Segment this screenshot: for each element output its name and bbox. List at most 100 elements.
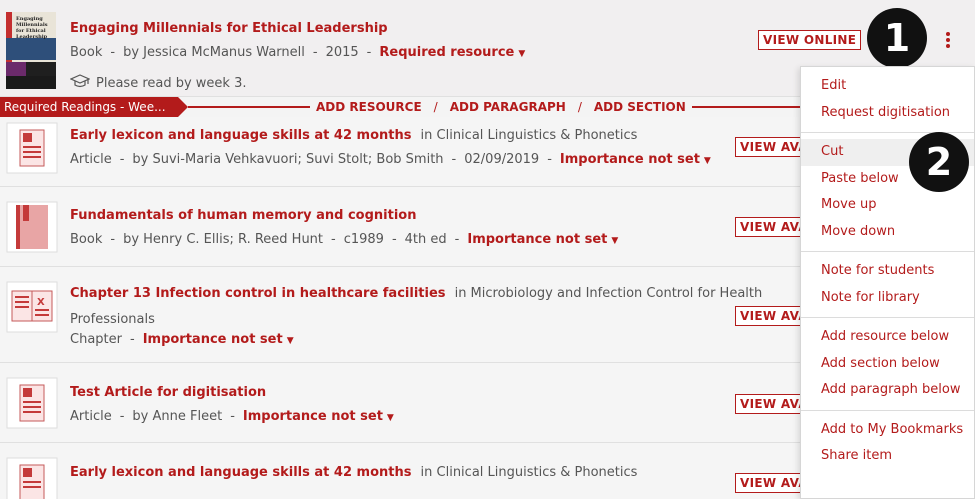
importance-label: Required resource bbox=[379, 45, 515, 60]
resource-meta: Book - by Henry C. Ellis; R. Reed Hunt - c19… bbox=[70, 232, 618, 247]
menu-item-add-to-bookmarks[interactable]: Add to My Bookmarks bbox=[801, 417, 974, 444]
separator: - bbox=[312, 45, 318, 60]
importance-dropdown[interactable]: Importance not set ▼ bbox=[467, 232, 618, 247]
resource-author: by Suvi-Maria Vehkavuori; Suvi Stolt; Bo… bbox=[132, 152, 444, 167]
resource-title-link[interactable]: Chapter 13 Infection control in healthca… bbox=[70, 286, 762, 301]
resource-title-link[interactable]: Fundamentals of human memory and cogniti… bbox=[70, 208, 417, 223]
cover-line: Leadership bbox=[16, 34, 48, 40]
resource-container-cont: Professionals bbox=[70, 312, 155, 327]
menu-item-move-down[interactable]: Move down bbox=[801, 219, 974, 246]
caret-down-icon: ▼ bbox=[286, 336, 294, 346]
separator: - bbox=[391, 232, 397, 247]
resource-type: Book bbox=[70, 232, 103, 247]
resource-title[interactable]: Chapter 13 Infection control in healthca… bbox=[70, 286, 446, 301]
separator: - bbox=[366, 45, 372, 60]
separator: - bbox=[331, 232, 336, 247]
menu-group-share: Add to My Bookmarks Share item bbox=[801, 411, 974, 476]
importance-label: Importance not set bbox=[242, 409, 383, 424]
book-cover-thumbnail: Engaging Millennials for Ethical Leaders… bbox=[6, 12, 56, 89]
menu-item-request-digitisation[interactable]: Request digitisation bbox=[801, 100, 974, 127]
add-paragraph-link[interactable]: ADD PARAGRAPH bbox=[450, 100, 566, 114]
resource-author: by Henry C. Ellis; R. Reed Hunt bbox=[123, 232, 324, 247]
resource-container: in Clinical Linguistics & Phonetics bbox=[420, 465, 638, 480]
resource-container: in Clinical Linguistics & Phonetics bbox=[420, 128, 638, 143]
caret-down-icon: ▼ bbox=[611, 236, 619, 246]
book-icon bbox=[6, 201, 58, 253]
separator: - bbox=[454, 232, 460, 247]
resource-title-link[interactable]: Engaging Millennials for Ethical Leaders… bbox=[70, 21, 388, 36]
menu-item-edit[interactable]: Edit bbox=[801, 73, 974, 100]
resource-author: by Jessica McManus Warnell bbox=[123, 45, 305, 60]
resource-container: in Microbiology and Infection Control fo… bbox=[454, 286, 763, 301]
importance-dropdown[interactable]: Importance not set ▼ bbox=[560, 152, 711, 167]
view-availability-button[interactable]: VIEW AVAILABILITY bbox=[735, 394, 801, 414]
importance-dropdown[interactable]: Importance not set ▼ bbox=[243, 409, 394, 424]
student-note: Please read by week 3. bbox=[69, 74, 247, 92]
separator: - bbox=[451, 152, 457, 167]
separator: - bbox=[110, 232, 116, 247]
article-icon bbox=[6, 457, 58, 499]
resource-title-link[interactable]: Early lexicon and language skills at 42 … bbox=[70, 128, 637, 143]
menu-item-add-paragraph-below[interactable]: Add paragraph below bbox=[801, 377, 974, 404]
article-icon bbox=[6, 377, 58, 429]
resource-title[interactable]: Early lexicon and language skills at 42 … bbox=[70, 465, 411, 480]
resource-meta: Article - by Anne Fleet - Importance not set… bbox=[70, 409, 394, 424]
view-availability-button[interactable]: VIEW AVAILABILITY bbox=[735, 217, 801, 237]
resource-type: Chapter bbox=[70, 332, 122, 347]
resource-meta: Chapter - Importance not set ▼ bbox=[70, 332, 294, 347]
resource-year: 2015 bbox=[325, 45, 359, 60]
importance-dropdown[interactable]: Required resource ▼ bbox=[379, 45, 525, 60]
importance-label: Importance not set bbox=[467, 232, 608, 247]
chapter-icon: X bbox=[6, 281, 58, 333]
view-online-button[interactable]: VIEW ONLINE bbox=[758, 30, 862, 50]
menu-item-add-section-below[interactable]: Add section below bbox=[801, 351, 974, 378]
student-note-text: Please read by week 3. bbox=[96, 75, 247, 91]
resource-title-link[interactable]: Early lexicon and language skills at 42 … bbox=[70, 465, 637, 480]
graduation-cap-icon bbox=[69, 74, 91, 92]
separator: - bbox=[119, 152, 125, 167]
resource-type: Article bbox=[70, 152, 112, 167]
caret-down-icon: ▼ bbox=[703, 156, 711, 166]
caret-down-icon: ▼ bbox=[518, 49, 526, 59]
add-section-link[interactable]: ADD SECTION bbox=[594, 100, 686, 114]
resource-title[interactable]: Early lexicon and language skills at 42 … bbox=[70, 128, 411, 143]
menu-item-move-up[interactable]: Move up bbox=[801, 192, 974, 219]
separator: - bbox=[119, 409, 125, 424]
menu-item-note-for-library[interactable]: Note for library bbox=[801, 285, 974, 312]
slash-separator: / bbox=[577, 100, 582, 114]
resource-meta: Book - by Jessica McManus Warnell -2015- Req… bbox=[70, 45, 525, 60]
resource-type: Book bbox=[70, 45, 103, 60]
view-availability-button[interactable]: VIEW AVAILABILITY bbox=[735, 306, 801, 326]
separator: - bbox=[230, 409, 235, 424]
importance-label: Importance not set bbox=[559, 152, 700, 167]
resource-type: Article bbox=[70, 409, 112, 424]
slash-separator: / bbox=[433, 100, 438, 114]
menu-item-note-for-students[interactable]: Note for students bbox=[801, 258, 974, 285]
menu-group-notes: Note for students Note for library bbox=[801, 252, 974, 318]
resource-title-link[interactable]: Test Article for digitisation bbox=[70, 385, 266, 400]
article-icon bbox=[6, 122, 58, 174]
add-resource-link[interactable]: ADD RESOURCE bbox=[316, 100, 422, 114]
separator: - bbox=[547, 152, 552, 167]
resource-edition: 4th ed bbox=[404, 232, 447, 247]
section-name-tag[interactable]: Required Readings - Wee... bbox=[0, 97, 188, 117]
view-availability-button[interactable]: VIEW AVAILABILITY bbox=[735, 473, 801, 493]
view-availability-button[interactable]: VIEW AVAILABILITY bbox=[735, 137, 801, 157]
menu-item-add-resource-below[interactable]: Add resource below bbox=[801, 324, 974, 351]
resource-author: by Anne Fleet bbox=[132, 409, 223, 424]
kebab-menu-icon[interactable] bbox=[942, 30, 954, 50]
step-badge-2: 2 bbox=[909, 132, 969, 192]
step-badge-1: 1 bbox=[867, 8, 927, 68]
caret-down-icon: ▼ bbox=[386, 413, 394, 423]
resource-date: c1989 bbox=[343, 232, 384, 247]
menu-group-edit: Edit Request digitisation bbox=[801, 67, 974, 133]
importance-dropdown[interactable]: Importance not set ▼ bbox=[143, 332, 294, 347]
importance-label: Importance not set bbox=[142, 332, 283, 347]
separator: - bbox=[110, 45, 116, 60]
section-actions: ADD RESOURCE / ADD PARAGRAPH / ADD SECTI… bbox=[310, 97, 692, 117]
menu-group-add: Add resource below Add section below Add… bbox=[801, 318, 974, 411]
resource-date: 02/09/2019 bbox=[464, 152, 540, 167]
resource-meta: Article - by Suvi-Maria Vehkavuori; Suvi S… bbox=[70, 152, 711, 167]
menu-item-share-item[interactable]: Share item bbox=[801, 443, 974, 470]
separator: - bbox=[129, 332, 135, 347]
